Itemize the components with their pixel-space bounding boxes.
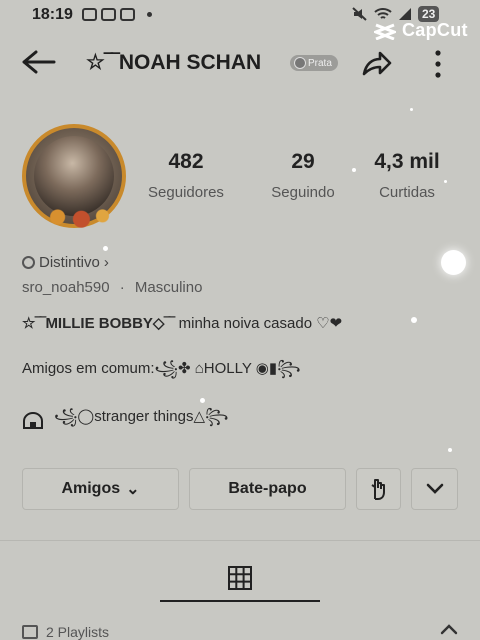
capcut-label: CapCut (402, 20, 468, 40)
notification-icons (82, 8, 152, 21)
followers-count: 482 (168, 150, 204, 173)
rank-label: Prata (308, 57, 332, 69)
friends-label: Amigos (61, 480, 121, 497)
chat-label: Bate-papo (228, 480, 307, 497)
share-icon[interactable] (360, 46, 394, 80)
profile-avatar[interactable] (22, 124, 126, 228)
wifi-icon (374, 8, 392, 19)
mute-icon (352, 7, 367, 21)
likes-stat[interactable]: 4,3 mil Curtidas (352, 150, 462, 201)
videos-grid-tab-icon[interactable] (226, 564, 254, 592)
bio-link-text: ꧁◯stranger things△꧂ (54, 408, 229, 425)
profile-meta: sro_noah590 · Masculino (22, 279, 202, 296)
dome-icon (23, 411, 43, 429)
bio-link[interactable]: ꧁◯stranger things△꧂ (22, 404, 228, 435)
capcut-logo-icon (374, 23, 396, 40)
chat-button[interactable]: Bate-papo (189, 468, 346, 510)
dropdown-button[interactable] (411, 468, 458, 510)
rank-badge[interactable]: Prata (290, 55, 338, 71)
capcut-watermark: CapCut (374, 20, 468, 41)
gender: Masculino (134, 279, 203, 296)
photo-icon (120, 8, 135, 21)
avatar-photo (34, 136, 114, 216)
bio-line-2: Amigos em comum:꧁✤ ⌂HOLLY ◉▮꧂ (22, 360, 301, 377)
following-stat[interactable]: 29 Seguindo (248, 150, 358, 201)
bio-line-1: ☆‾‾MILLIE BOBBY◇‾‾ minha noiva casado ♡❤ (22, 314, 342, 332)
sparkle-particle (444, 180, 447, 183)
username: sro_noah590 (22, 279, 110, 296)
sparkle-particle (448, 448, 452, 452)
badge-icon (22, 256, 35, 269)
badge-label: Distintivo (39, 254, 100, 271)
profile-header: ☆‾‾NOAH SCHAN Prata (0, 40, 480, 88)
playlist-icon (22, 625, 38, 639)
sparkle-particle (352, 168, 356, 172)
chevron-down-icon: ⌄ (126, 481, 140, 498)
likes-label: Curtidas (379, 184, 435, 201)
active-tab-indicator (160, 600, 320, 602)
chevron-up-icon[interactable] (440, 622, 458, 636)
followers-stat[interactable]: 482 Seguidores (131, 150, 241, 201)
signal-icon (399, 8, 411, 20)
avatar-frame-decoration (44, 206, 112, 228)
back-arrow-icon[interactable] (20, 48, 56, 76)
section-divider (0, 540, 480, 541)
sparkle-particle (200, 398, 205, 403)
status-time: 18:19 (32, 6, 73, 23)
profile-title: ☆‾‾NOAH SCHAN (86, 51, 262, 74)
screen-record-icon (82, 8, 97, 21)
bio-text: minha noiva casado ♡❤ (174, 315, 343, 332)
sparkle-particle (103, 246, 108, 251)
likes-count: 4,3 mil (374, 150, 440, 173)
friends-button[interactable]: Amigos ⌄ (22, 468, 179, 510)
sparkle-particle (411, 317, 417, 323)
following-count: 29 (291, 150, 315, 173)
following-label: Seguindo (271, 184, 335, 201)
hand-gift-icon (370, 479, 385, 500)
gift-button[interactable] (356, 468, 401, 510)
youtube-icon (101, 8, 116, 21)
badge-link[interactable]: Distintivo › (22, 254, 109, 271)
followers-label: Seguidores (148, 184, 224, 201)
bio-mention[interactable]: ☆‾‾MILLIE BOBBY◇‾‾ (22, 315, 174, 332)
chevron-right-icon: › (103, 254, 109, 271)
rank-icon (294, 57, 306, 69)
more-notifications-icon (147, 12, 152, 17)
more-options-icon[interactable] (428, 48, 448, 80)
chevron-down-icon (426, 483, 443, 494)
sparkle-particle (410, 108, 413, 111)
meta-separator: · (119, 279, 125, 296)
sparkle-particle (441, 250, 466, 275)
